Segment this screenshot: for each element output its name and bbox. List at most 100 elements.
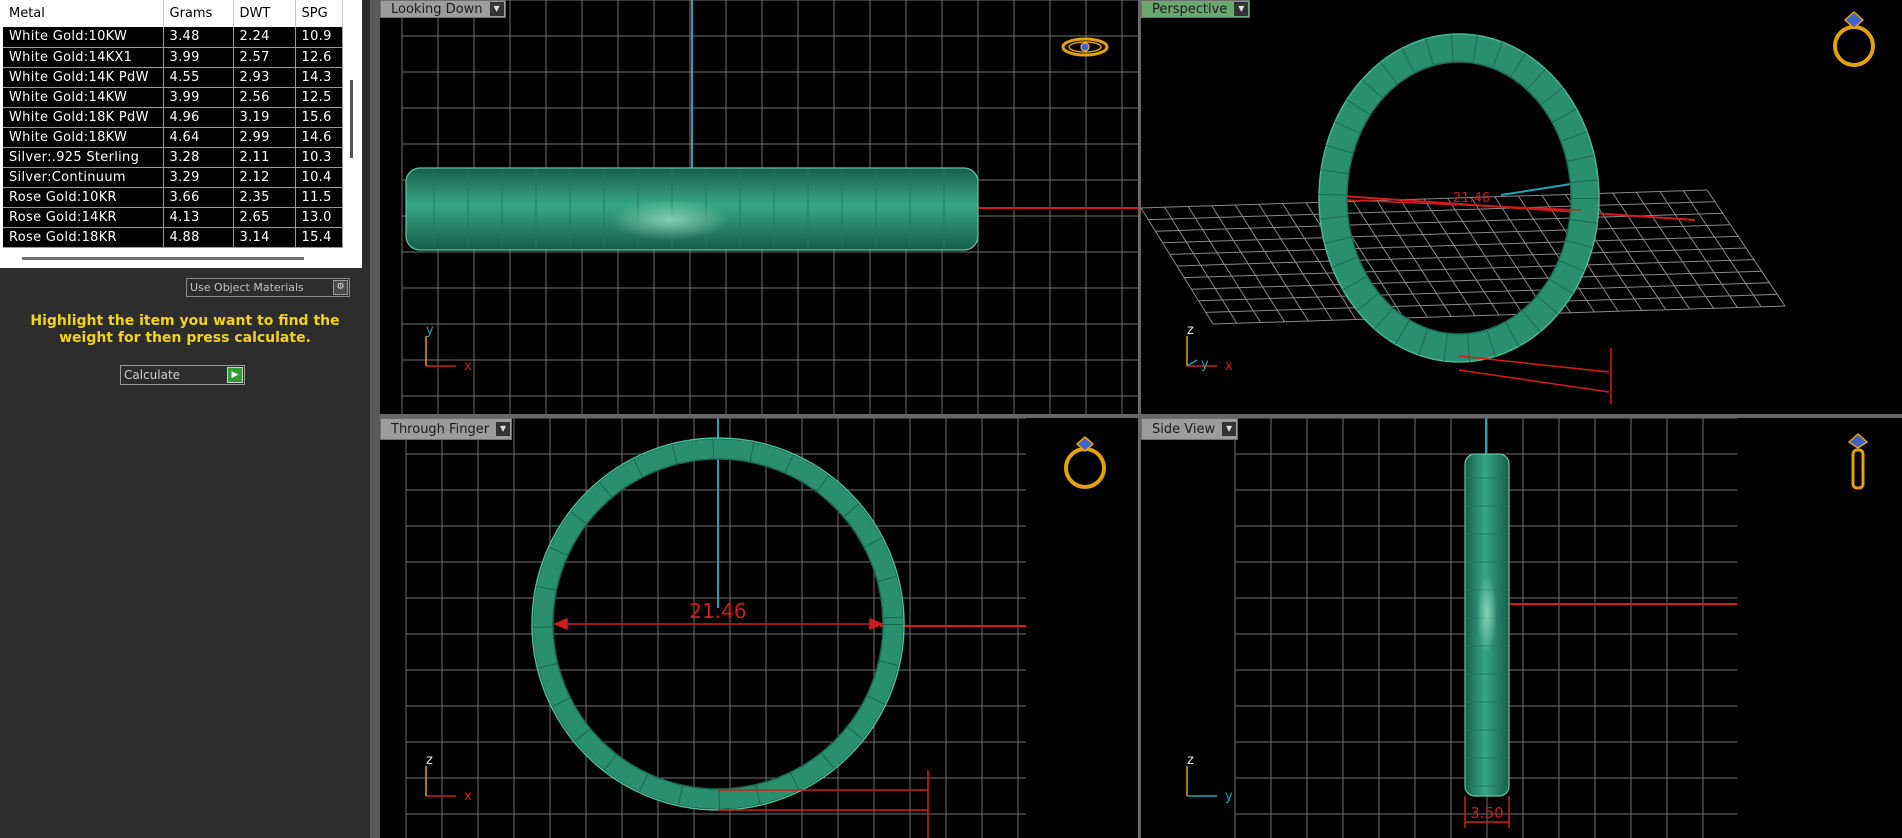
- axis-z-label: z: [426, 753, 433, 768]
- axis-indicator: x y: [425, 323, 472, 374]
- column-header-spg[interactable]: SPG: [295, 0, 343, 27]
- chevron-down-icon[interactable]: ▼: [1222, 422, 1237, 436]
- metal-cell: Silver:.925 Sterling: [3, 147, 164, 168]
- viewport-menu-side-view[interactable]: Side View ▼: [1141, 418, 1239, 440]
- dwt-cell: 3.19: [233, 107, 296, 128]
- metal-cell: White Gold:10KW: [3, 27, 164, 48]
- grams-cell: 4.13: [163, 207, 234, 228]
- metal-cell: Silver:Continuum: [3, 167, 164, 188]
- viewport-side-view[interactable]: 3.50 y z Side View ▼: [1141, 418, 1902, 838]
- ring-navigation-icon[interactable]: [1058, 30, 1112, 66]
- spg-cell: 12.5: [295, 87, 343, 108]
- table-row[interactable]: Rose Gold:10KR 3.66 2.35 11.5: [3, 187, 343, 208]
- metal-weight-table-container: Metal Grams DWT SPG White Gold:10KW 3.48 2…: [0, 0, 362, 268]
- column-header-metal[interactable]: Metal: [3, 0, 164, 27]
- calculate-button[interactable]: Calculate ▶: [120, 365, 245, 385]
- table-row[interactable]: Rose Gold:14KR 4.13 2.65 13.0: [3, 207, 343, 228]
- grams-cell: 3.66: [163, 187, 234, 208]
- metal-cell: Rose Gold:10KR: [3, 187, 164, 208]
- use-object-materials-label: Use Object Materials: [190, 281, 304, 294]
- grams-cell: 4.96: [163, 107, 234, 128]
- spg-cell: 15.6: [295, 107, 343, 128]
- viewport-title: Side View: [1152, 422, 1216, 437]
- table-row[interactable]: White Gold:10KW 3.48 2.24 10.9: [3, 27, 343, 48]
- spg-cell: 10.9: [295, 27, 343, 48]
- chevron-down-icon[interactable]: ▼: [489, 2, 504, 16]
- ring-navigation-icon[interactable]: [1060, 434, 1110, 492]
- ring-band-side-view[interactable]: [1464, 453, 1510, 797]
- viewport-menu-looking-down[interactable]: Looking Down ▼: [380, 0, 506, 18]
- dwt-cell: 2.99: [233, 127, 296, 148]
- ring-navigation-icon[interactable]: [1843, 430, 1873, 492]
- axis-z-label: z: [1187, 323, 1194, 338]
- dwt-cell: 2.11: [233, 147, 296, 168]
- table-row[interactable]: White Gold:14K PdW 4.55 2.93 14.3: [3, 67, 343, 88]
- spg-cell: 12.6: [295, 47, 343, 68]
- perspective-ground-grid: [1141, 189, 1786, 325]
- dimension-label-persp: 21.46: [1453, 191, 1490, 206]
- grams-cell: 4.55: [163, 67, 234, 88]
- viewport-looking-down[interactable]: x y Looking Down ▼: [380, 0, 1138, 414]
- viewport-menu-perspective[interactable]: Perspective ▼: [1141, 0, 1251, 18]
- chevron-down-icon[interactable]: ▼: [496, 422, 511, 436]
- metal-cell: White Gold:14KW: [3, 87, 164, 108]
- viewport-menu-through-finger[interactable]: Through Finger ▼: [380, 418, 513, 440]
- dwt-cell: 3.14: [233, 227, 296, 248]
- dwt-cell: 2.65: [233, 207, 296, 228]
- ring-navigation-icon[interactable]: [1829, 6, 1879, 72]
- ring-band-top-view[interactable]: [405, 167, 979, 251]
- spg-cell: 14.3: [295, 67, 343, 88]
- metal-cell: Rose Gold:18KR: [3, 227, 164, 248]
- column-header-dwt[interactable]: DWT: [233, 0, 296, 27]
- grams-cell: 4.88: [163, 227, 234, 248]
- column-header-grams[interactable]: Grams: [163, 0, 234, 27]
- table-row[interactable]: White Gold:14KX1 3.99 2.57 12.6: [3, 47, 343, 68]
- axis-y-label: y: [1201, 357, 1209, 372]
- table-row[interactable]: Silver:.925 Sterling 3.28 2.11 10.3: [3, 147, 343, 168]
- viewport-title: Through Finger: [391, 422, 490, 437]
- table-row[interactable]: Silver:Continuum 3.29 2.12 10.4: [3, 167, 343, 188]
- axis-x-label: x: [464, 789, 472, 804]
- spg-cell: 14.6: [295, 127, 343, 148]
- panel-divider[interactable]: [370, 0, 380, 838]
- viewport-horizontal-separator[interactable]: [380, 414, 1902, 418]
- viewport-title: Perspective: [1152, 2, 1228, 17]
- dwt-cell: 2.57: [233, 47, 296, 68]
- table-row[interactable]: Rose Gold:18KR 4.88 3.14 15.4: [3, 227, 343, 248]
- checkbox-icon[interactable]: ⚙: [333, 280, 348, 295]
- metal-weight-table: Metal Grams DWT SPG White Gold:10KW 3.48 2…: [3, 0, 343, 248]
- dwt-cell: 2.56: [233, 87, 296, 108]
- viewport-perspective[interactable]: 21.46 x y z Perspective ▼: [1141, 0, 1902, 414]
- spg-cell: 10.4: [295, 167, 343, 188]
- weight-calculator-panel: Metal Grams DWT SPG White Gold:10KW 3.48 2…: [0, 0, 370, 838]
- dwt-cell: 2.12: [233, 167, 296, 188]
- axis-indicator: y z: [1186, 753, 1233, 804]
- viewport-through-finger[interactable]: 21.46 x z Through Finger ▼: [380, 418, 1138, 838]
- metal-cell: White Gold:18KW: [3, 127, 164, 148]
- viewport-title: Looking Down: [391, 2, 483, 17]
- table-row[interactable]: White Gold:14KW 3.99 2.56 12.5: [3, 87, 343, 108]
- table-vertical-scrollbar[interactable]: [350, 80, 353, 158]
- grams-cell: 3.29: [163, 167, 234, 188]
- table-horizontal-scrollbar[interactable]: [22, 257, 304, 260]
- play-arrow-icon[interactable]: ▶: [227, 367, 243, 383]
- y-axis-line: [1500, 183, 1572, 196]
- chevron-down-icon[interactable]: ▼: [1234, 2, 1249, 16]
- metal-cell: White Gold:18K PdW: [3, 107, 164, 128]
- grams-cell: 3.99: [163, 47, 234, 68]
- metal-cell: White Gold:14KX1: [3, 47, 164, 68]
- grams-cell: 3.28: [163, 147, 234, 168]
- axis-y-label: y: [426, 323, 434, 338]
- spg-cell: 13.0: [295, 207, 343, 228]
- axis-x-label: x: [464, 359, 472, 374]
- use-object-materials-checkbox[interactable]: Use Object Materials ⚙: [186, 278, 350, 297]
- instruction-text: Highlight the item you want to find the …: [30, 313, 340, 346]
- viewport-vertical-separator[interactable]: [1138, 0, 1141, 838]
- table-row[interactable]: White Gold:18KW 4.64 2.99 14.6: [3, 127, 343, 148]
- spg-cell: 15.4: [295, 227, 343, 248]
- dwt-cell: 2.35: [233, 187, 296, 208]
- dimension-label-width: 3.50: [1470, 804, 1503, 822]
- table-row[interactable]: White Gold:18K PdW 4.96 3.19 15.6: [3, 107, 343, 128]
- dwt-cell: 2.24: [233, 27, 296, 48]
- dwt-cell: 2.93: [233, 67, 296, 88]
